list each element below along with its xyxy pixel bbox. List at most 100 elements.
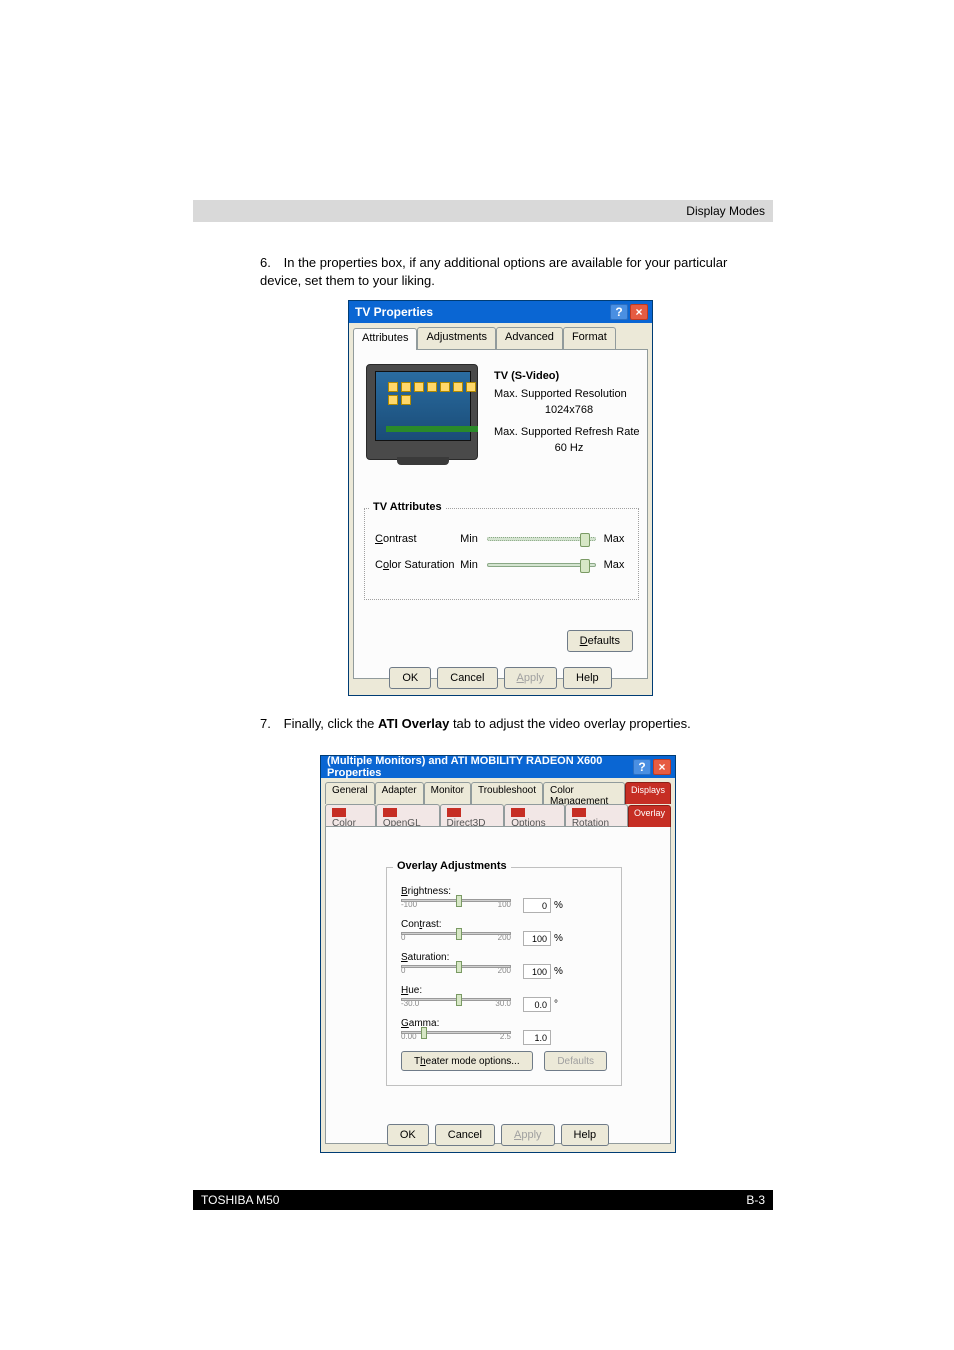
step-7-number: 7. — [260, 715, 280, 733]
tv-attributes-group: TV Attributes Contrast Min Max Color Sat… — [364, 508, 639, 600]
gamma-slider[interactable] — [401, 1031, 511, 1034]
brightness-slider[interactable] — [401, 899, 511, 902]
overlay-page: Overlay Adjustments Brightness: -100100 … — [325, 826, 671, 1144]
brightness-unit: % — [554, 900, 563, 911]
overlay-cancel-button[interactable]: Cancel — [435, 1124, 495, 1146]
overlay-properties-title: (Multiple Monitors) and ATI MOBILITY RAD… — [327, 755, 633, 779]
help-button[interactable]: Help — [563, 667, 612, 689]
contrast-max: Max — [600, 533, 628, 545]
overlay-apply-button[interactable]: Apply — [501, 1124, 555, 1146]
step-7-suffix: tab to adjust the video overlay properti… — [449, 716, 690, 731]
tab-displays[interactable]: Displays — [625, 782, 671, 804]
tv-properties-attributes-page: TV (S-Video) Max. Supported Resolution 1… — [353, 349, 648, 679]
section-header-bar: Display Modes — [193, 200, 773, 222]
theater-mode-button[interactable]: Theater mode options... — [401, 1051, 533, 1071]
overlay-properties-titlebar[interactable]: (Multiple Monitors) and ATI MOBILITY RAD… — [321, 756, 675, 778]
tab-overlay[interactable]: Overlay — [628, 805, 671, 827]
tab-format[interactable]: Format — [563, 327, 616, 349]
overlay-properties-dialog: (Multiple Monitors) and ATI MOBILITY RAD… — [320, 755, 676, 1153]
overlay-saturation-row: 0200 100 % — [401, 964, 607, 979]
saturation-min: Min — [455, 559, 483, 571]
contrast-slider[interactable] — [487, 537, 596, 541]
close-icon[interactable]: × — [630, 304, 648, 320]
page-footer: TOSHIBA M50 B-3 — [193, 1190, 773, 1210]
overlay-contrast-slider[interactable] — [401, 932, 511, 935]
help-icon[interactable]: ? — [633, 759, 651, 775]
cancel-button[interactable]: Cancel — [437, 667, 497, 689]
overlay-contrast-value: 100 — [523, 931, 551, 946]
brightness-row: -100100 0 % — [401, 898, 607, 913]
overlay-help-button[interactable]: Help — [561, 1124, 610, 1146]
tv-res-label: Max. Supported Resolution — [494, 388, 644, 400]
gamma-label: Gamma: — [401, 1018, 607, 1029]
footer-right: B-3 — [746, 1193, 765, 1207]
tv-properties-tabs: Attributes Adjustments Advanced Format — [353, 327, 648, 349]
tab-rotation[interactable]: Rotation — [565, 804, 628, 826]
step-6: 6. In the properties box, if any additio… — [260, 254, 760, 289]
tv-rate-label: Max. Supported Refresh Rate — [494, 426, 644, 438]
tv-attributes-legend: TV Attributes — [369, 501, 446, 513]
tab-adjustments[interactable]: Adjustments — [417, 327, 496, 349]
saturation-max: Max — [600, 559, 628, 571]
footer-left: TOSHIBA M50 — [201, 1193, 279, 1207]
tab-monitor[interactable]: Monitor — [424, 782, 471, 804]
saturation-row: Color Saturation Min Max — [375, 559, 628, 571]
tab-adapter[interactable]: Adapter — [375, 782, 424, 804]
tab-general[interactable]: General — [325, 782, 375, 804]
gamma-value: 1.0 — [523, 1030, 551, 1045]
tv-info-panel: TV (S-Video) Max. Supported Resolution 1… — [494, 370, 644, 454]
overlay-saturation-value: 100 — [523, 964, 551, 979]
ati-chip-icon — [572, 808, 586, 817]
tab-advanced[interactable]: Advanced — [496, 327, 563, 349]
overlay-saturation-slider[interactable] — [401, 965, 511, 968]
saturation-slider[interactable] — [487, 563, 596, 567]
overlay-saturation-unit: % — [554, 966, 563, 977]
overlay-ok-button[interactable]: OK — [387, 1124, 429, 1146]
overlay-tab-row-1: General Adapter Monitor Troubleshoot Col… — [325, 782, 671, 804]
contrast-label: Contrast — [375, 533, 455, 545]
hue-label: Hue: — [401, 985, 607, 996]
defaults-button[interactable]: Defaults — [567, 630, 633, 652]
ati-chip-icon — [332, 808, 346, 817]
defaults-button-wrap: Defaults — [567, 630, 633, 652]
help-icon[interactable]: ? — [610, 304, 628, 320]
hue-slider[interactable] — [401, 998, 511, 1001]
tv-properties-button-row: OK Cancel Apply Help — [349, 667, 652, 689]
tv-properties-dialog: TV Properties ? × Attributes Adjustments… — [348, 300, 653, 696]
ok-button[interactable]: OK — [389, 667, 431, 689]
overlay-contrast-row: 0200 100 % — [401, 931, 607, 946]
overlay-contrast-unit: % — [554, 933, 563, 944]
tab-troubleshoot[interactable]: Troubleshoot — [471, 782, 543, 804]
overlay-defaults-button[interactable]: Defaults — [544, 1051, 607, 1071]
tab-color-management[interactable]: Color Management — [543, 782, 625, 804]
step-6-number: 6. — [260, 254, 280, 272]
step-7-bold: ATI Overlay — [378, 716, 449, 731]
tab-opengl[interactable]: OpenGL — [376, 804, 440, 826]
step-7-prefix: Finally, click the — [284, 716, 378, 731]
step-6-text: In the properties box, if any additional… — [260, 255, 727, 288]
tv-rate-value: 60 Hz — [494, 442, 644, 454]
tab-color[interactable]: Color — [325, 804, 376, 826]
overlay-adjustments-group: Overlay Adjustments Brightness: -100100 … — [386, 867, 622, 1086]
hue-value: 0.0 — [523, 997, 551, 1012]
tv-info-heading: TV (S-Video) — [494, 370, 644, 382]
tv-properties-titlebar[interactable]: TV Properties ? × — [349, 301, 652, 323]
contrast-min: Min — [455, 533, 483, 545]
ati-chip-icon — [511, 808, 525, 817]
brightness-value: 0 — [523, 898, 551, 913]
apply-button[interactable]: Apply — [504, 667, 558, 689]
tab-attributes[interactable]: Attributes — [353, 328, 417, 350]
step-7: 7. Finally, click the ATI Overlay tab to… — [260, 715, 760, 733]
tab-options[interactable]: Options — [504, 804, 565, 826]
overlay-saturation-label: Saturation: — [401, 952, 607, 963]
tv-properties-title: TV Properties — [355, 305, 433, 319]
brightness-label: Brightness: — [401, 886, 607, 897]
overlay-tab-row-2: Color OpenGL Direct3D Options Rotation O… — [325, 804, 671, 826]
hue-row: -30.030.0 0.0 ° — [401, 997, 607, 1012]
saturation-label: Color Saturation — [375, 559, 455, 571]
tab-direct3d[interactable]: Direct3D — [440, 804, 505, 826]
close-icon[interactable]: × — [653, 759, 671, 775]
contrast-row: Contrast Min Max — [375, 533, 628, 545]
tv-preview-image — [366, 364, 478, 460]
section-header-text: Display Modes — [686, 204, 765, 218]
